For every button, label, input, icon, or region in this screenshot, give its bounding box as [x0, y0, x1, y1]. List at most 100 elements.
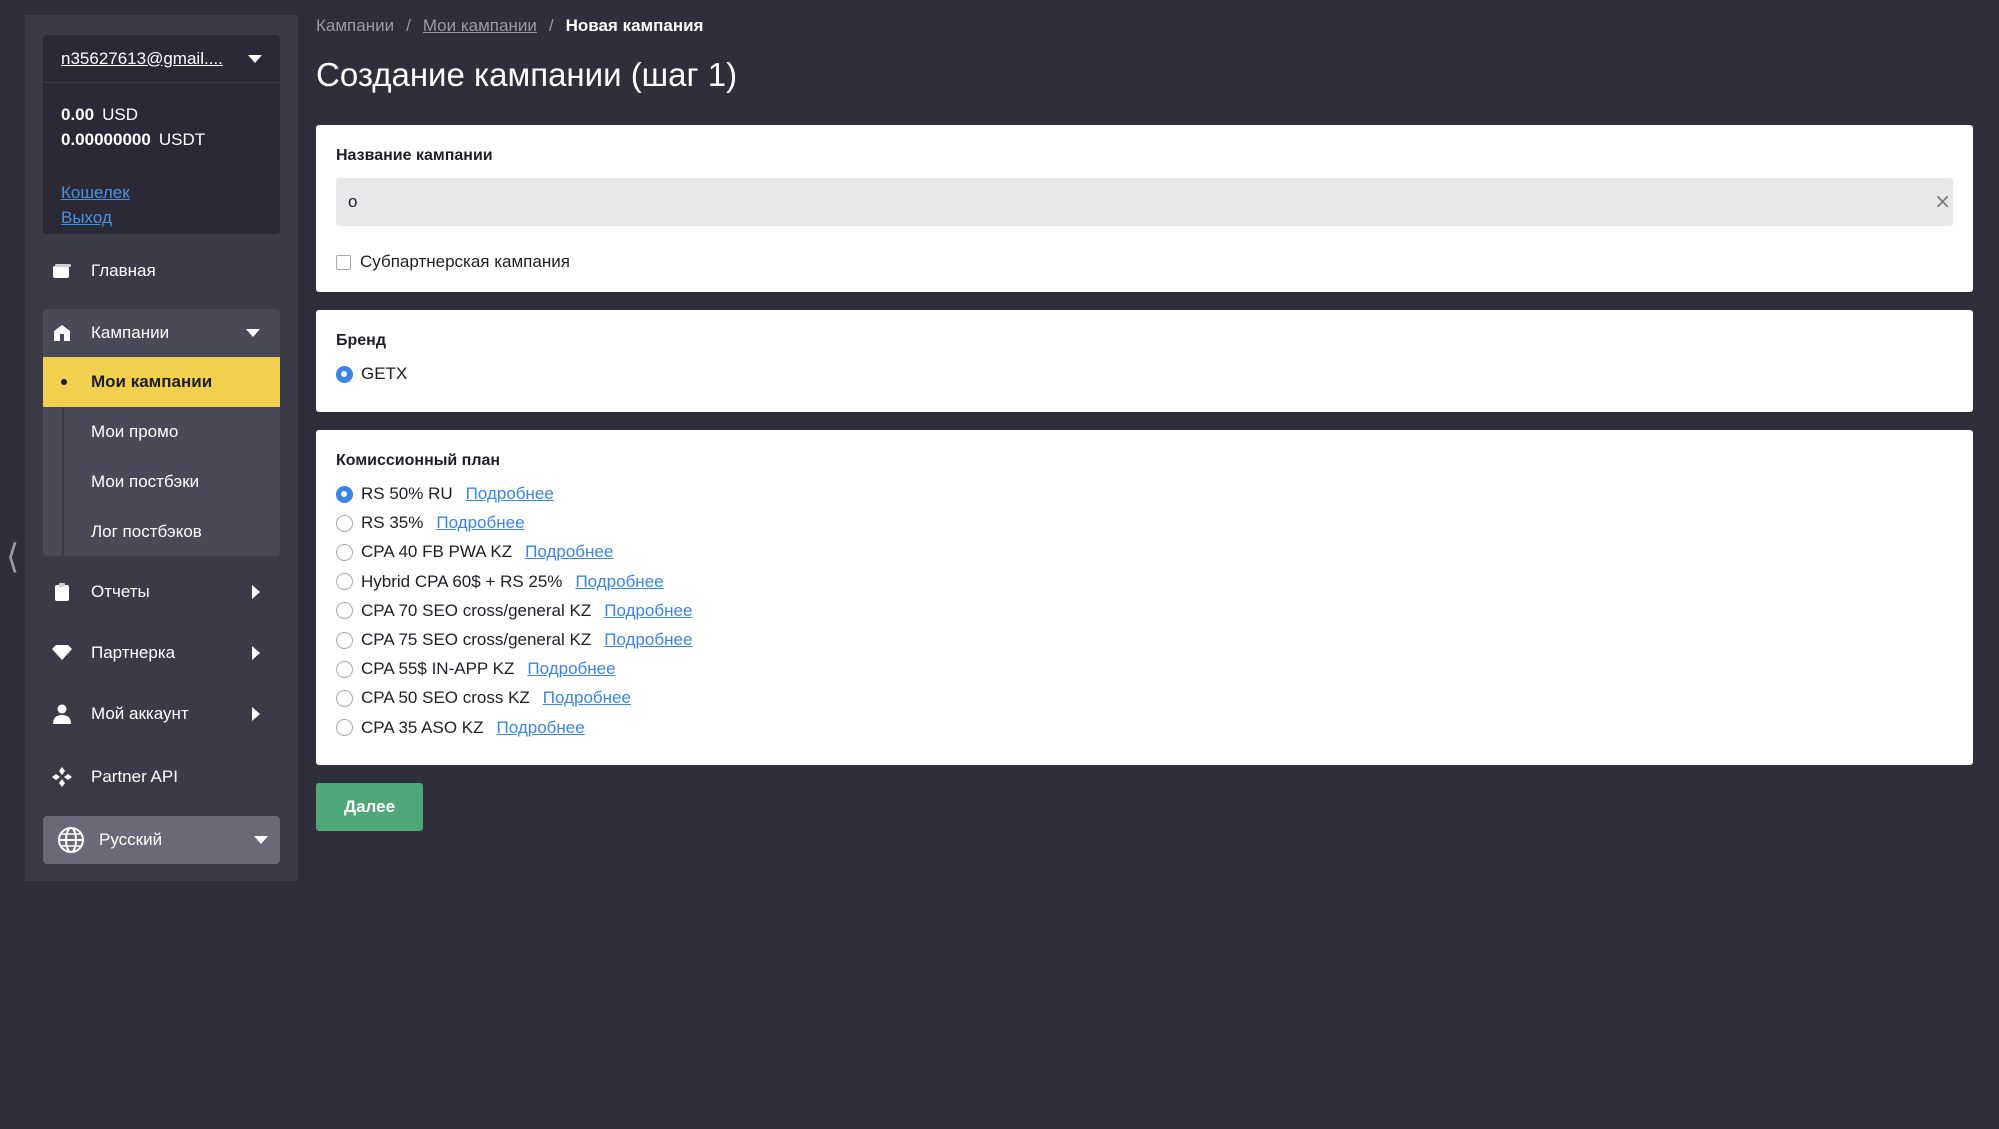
sidebar-item-label: Отчеты: [91, 582, 150, 601]
clipboard-icon: [51, 582, 73, 602]
plan-label: CPA 75 SEO cross/general KZ: [361, 630, 592, 649]
plan-radio[interactable]: [336, 719, 353, 737]
plan-radio[interactable]: [336, 573, 353, 591]
balance-usdt: 0.00000000 USDT: [61, 130, 206, 149]
sidebar-item-my-campaigns[interactable]: Мои кампании: [43, 357, 280, 407]
breadcrumb-separator: /: [548, 16, 554, 35]
sidebar-item-label: Мой аккаунт: [91, 704, 189, 723]
sidebar-item-campaigns[interactable]: Кампании: [43, 309, 280, 357]
diamond-icon: [51, 645, 73, 661]
wallet-link[interactable]: Кошелек: [61, 180, 130, 205]
chevron-right-icon[interactable]: [252, 646, 260, 660]
plan-details-link[interactable]: Подробнее: [466, 484, 554, 504]
plan-label: RS 50% RU: [361, 484, 453, 503]
chevron-right-icon[interactable]: [252, 707, 260, 721]
clear-icon[interactable]: ×: [1934, 189, 1951, 213]
plan-label: RS 35%: [361, 513, 424, 533]
commission-plan-option[interactable]: RS 35% Подробнее: [336, 513, 525, 533]
api-icon: [51, 766, 73, 788]
subpartner-checkbox[interactable]: [336, 254, 351, 270]
commission-plan-option[interactable]: CPA 35 ASO KZ Подробнее: [336, 718, 585, 738]
plan-radio[interactable]: [336, 485, 353, 503]
plan-details-link[interactable]: Подробнее: [604, 601, 692, 621]
chevron-right-icon[interactable]: [252, 585, 260, 599]
plan-radio[interactable]: [336, 514, 353, 532]
breadcrumb-my-campaigns[interactable]: Мои кампании: [423, 16, 537, 36]
commission-plan-option[interactable]: CPA 70 SEO cross/general KZ Подробнее: [336, 601, 692, 621]
brand-option-label: GETX: [361, 364, 408, 383]
brand-radio[interactable]: [336, 365, 353, 383]
plan-radio[interactable]: [336, 631, 353, 649]
plan-details-link[interactable]: Подробнее: [436, 513, 524, 533]
breadcrumb: Кампании / Мои кампании / Новая кампания: [316, 16, 703, 36]
sidebar: n35627613@gmail.... 0.00 USD 0.00000000 US…: [25, 15, 298, 881]
plan-radio[interactable]: [336, 602, 353, 620]
sidebar-item-account[interactable]: Мой аккаунт: [43, 690, 280, 738]
sidebar-item-my-postbacks[interactable]: Мои постбэки: [43, 457, 280, 507]
commission-plan-option[interactable]: CPA 75 SEO cross/general KZ Подробнее: [336, 630, 692, 650]
commission-plan-card: Комиссионный план RS 50% RU Подробнее RS 3…: [316, 430, 1973, 765]
chevron-down-icon[interactable]: [248, 54, 262, 63]
globe-icon: [57, 826, 85, 854]
commission-plan-option[interactable]: Hybrid CPA 60$ + RS 25% Подробнее: [336, 572, 664, 592]
campaigns-submenu: Мои кампании Мои промо Мои постбэки Лог …: [43, 357, 280, 556]
plan-details-link[interactable]: Подробнее: [527, 659, 615, 679]
plan-label: CPA 55$ IN-APP KZ: [361, 659, 515, 679]
subpartner-label: Субпартнерская кампания: [360, 252, 570, 271]
sidebar-item-api[interactable]: Partner API: [43, 753, 280, 801]
campaign-name-input[interactable]: [336, 178, 1953, 226]
account-email[interactable]: n35627613@gmail....: [61, 49, 223, 69]
subpartner-checkbox-row[interactable]: Субпартнерская кампания: [336, 252, 570, 272]
sidebar-item-my-promo[interactable]: Мои промо: [43, 407, 280, 457]
plan-details-link[interactable]: Подробнее: [543, 688, 631, 708]
chevron-down-icon[interactable]: [246, 329, 260, 337]
logout-link[interactable]: Выход: [61, 205, 130, 230]
breadcrumb-root[interactable]: Кампании: [316, 16, 394, 36]
next-button[interactable]: Далее: [316, 783, 423, 831]
page-title: Создание кампании (шаг 1): [316, 56, 738, 93]
plan-label: CPA 70 SEO cross/general KZ: [361, 600, 592, 620]
commission-plan-option[interactable]: CPA 55$ IN-APP KZ Подробнее: [336, 659, 616, 679]
campaign-name-card: Название кампании × Субпартнерская кампа…: [316, 125, 1973, 292]
sidebar-item-home[interactable]: Главная: [43, 247, 280, 295]
sidebar-item-partner[interactable]: Партнерка: [43, 629, 280, 677]
plan-details-link[interactable]: Подробнее: [575, 572, 663, 592]
plan-details-link[interactable]: Подробнее: [604, 630, 692, 650]
sidebar-item-label: Главная: [91, 261, 156, 280]
balance-usd: 0.00 USD: [61, 105, 138, 124]
commission-plan-label: Комиссионный план: [336, 452, 501, 469]
plan-label: CPA 50 SEO cross KZ: [361, 688, 530, 708]
sidebar-item-reports[interactable]: Отчеты: [43, 568, 280, 616]
sidebar-item-label: Partner API: [91, 767, 178, 786]
brand-label: Бренд: [336, 332, 386, 349]
plan-details-link[interactable]: Подробнее: [497, 718, 585, 738]
breadcrumb-current: Новая кампания: [565, 16, 704, 35]
store-icon: [51, 324, 73, 342]
account-panel: n35627613@gmail.... 0.00 USD 0.00000000 US…: [43, 35, 280, 234]
account-dropdown[interactable]: n35627613@gmail....: [43, 35, 280, 83]
active-dot: [61, 379, 67, 385]
plan-radio[interactable]: [336, 660, 353, 678]
plan-radio[interactable]: [336, 689, 353, 707]
user-icon: [51, 704, 73, 724]
breadcrumb-separator: /: [406, 16, 411, 35]
brand-card: Бренд GETX: [316, 310, 1973, 412]
plan-label: CPA 40 FB PWA KZ: [361, 542, 513, 562]
chevron-down-icon[interactable]: [254, 836, 268, 844]
campaign-name-label: Название кампании: [336, 147, 493, 164]
commission-plan-option[interactable]: CPA 50 SEO cross KZ Подробнее: [336, 688, 631, 708]
commission-plan-option[interactable]: RS 50% RU Подробнее: [336, 484, 554, 504]
language-label: Русский: [99, 830, 163, 849]
commission-plan-option[interactable]: CPA 40 FB PWA KZ Подробнее: [336, 542, 613, 562]
collapse-sidebar-icon[interactable]: ⟨: [6, 540, 19, 574]
plan-label: Hybrid CPA 60$ + RS 25%: [361, 571, 563, 591]
balances: 0.00 USD 0.00000000 USDT: [61, 102, 205, 152]
plan-label: CPA 35 ASO KZ: [361, 717, 484, 737]
plan-radio[interactable]: [336, 543, 353, 561]
sidebar-item-label: Партнерка: [91, 643, 176, 662]
language-select[interactable]: Русский: [43, 816, 280, 864]
sidebar-item-postback-log[interactable]: Лог постбэков: [43, 507, 280, 557]
brand-option-getx[interactable]: GETX: [336, 364, 407, 384]
sidebar-item-label: Кампании: [91, 323, 170, 342]
plan-details-link[interactable]: Подробнее: [525, 542, 613, 562]
